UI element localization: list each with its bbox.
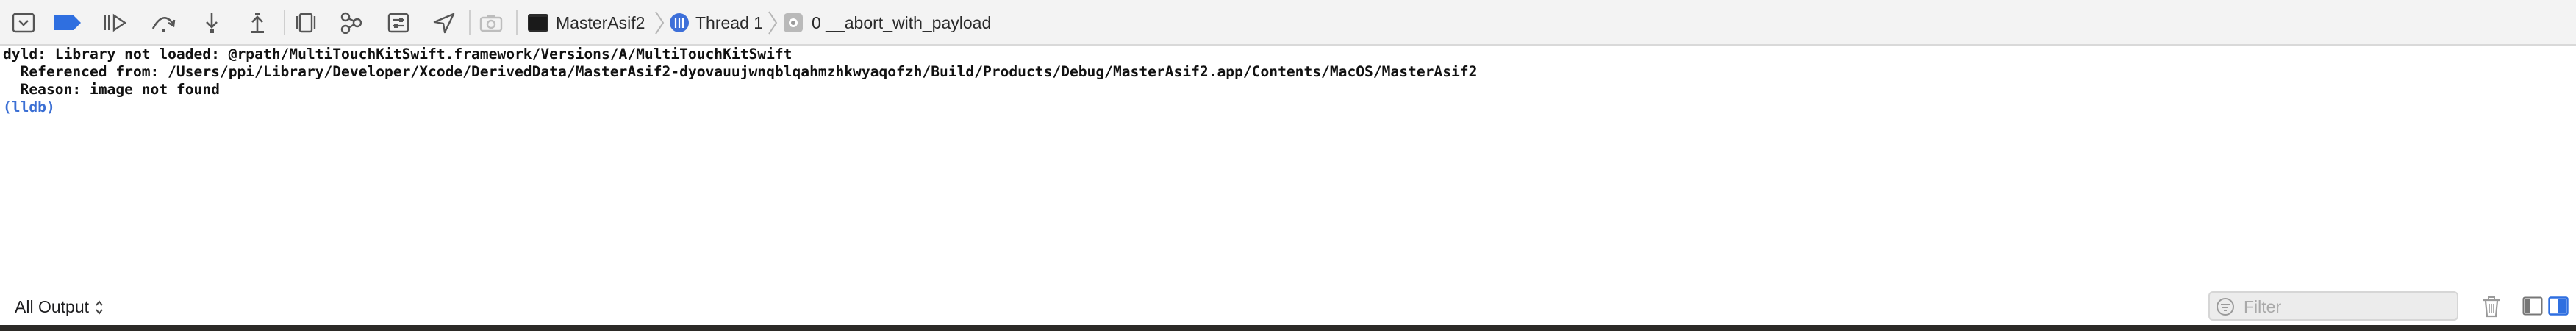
step-out-button[interactable]	[241, 7, 273, 38]
continue-button[interactable]	[99, 7, 131, 38]
show-variables-view-button[interactable]	[2522, 294, 2544, 318]
environment-overrides-button[interactable]	[382, 7, 415, 38]
breakpoints-toggle-button[interactable]	[51, 7, 84, 38]
show-console-view-button[interactable]	[2547, 294, 2570, 318]
clear-console-button[interactable]	[2479, 294, 2504, 319]
console-line: dyld: Library not loaded: @rpath/MultiTo…	[3, 46, 793, 63]
output-scope-popup[interactable]: All Output	[15, 297, 104, 317]
step-into-button[interactable]	[196, 7, 228, 38]
debug-toolbar: MasterAsif2 Thread 1 0 __abort_with_payl…	[0, 0, 2576, 46]
left-panel-icon	[2522, 296, 2543, 316]
up-down-chevron-icon	[96, 299, 103, 315]
step-over-icon	[151, 17, 176, 32]
debug-memory-graph-icon	[340, 12, 362, 34]
debug-view-hierarchy-button[interactable]	[290, 7, 322, 38]
output-scope-label: All Output	[15, 297, 89, 316]
trash-icon	[2483, 296, 2500, 318]
breakpoints-toggle-icon	[54, 15, 81, 30]
right-panel-icon	[2548, 296, 2569, 316]
capture-gpu-frame-button[interactable]	[475, 7, 507, 38]
toolbar-separator	[516, 10, 518, 35]
step-into-icon	[206, 13, 218, 33]
environment-overrides-icon	[387, 13, 409, 33]
chevron-right-icon	[768, 11, 778, 35]
simulate-location-button[interactable]	[428, 7, 460, 38]
simulate-location-icon	[433, 13, 455, 34]
lldb-prompt[interactable]: (lldb)	[3, 99, 55, 116]
step-over-button[interactable]	[147, 7, 179, 38]
step-out-icon	[251, 13, 264, 33]
continue-icon	[104, 13, 127, 32]
app-target-icon	[528, 14, 548, 32]
console-bottom-bar: All Output	[0, 288, 2576, 325]
filter-input[interactable]	[2242, 296, 2451, 318]
debug-memory-graph-button[interactable]	[335, 7, 368, 38]
hide-debug-area-button[interactable]	[7, 7, 40, 38]
stack-frame-icon	[784, 13, 803, 32]
chevron-right-icon	[655, 11, 665, 35]
capture-gpu-frame-icon	[479, 15, 503, 32]
breadcrumb-thread[interactable]: Thread 1	[695, 12, 763, 34]
toolbar-separator	[469, 10, 471, 35]
filter-field[interactable]	[2208, 291, 2458, 321]
breadcrumb-frame[interactable]: 0 __abort_with_payload	[812, 12, 991, 34]
window-edge	[0, 325, 2576, 331]
breadcrumb-target[interactable]: MasterAsif2	[556, 12, 645, 34]
console-output[interactable]: dyld: Library not loaded: @rpath/MultiTo…	[0, 46, 2576, 288]
debug-view-hierarchy-icon	[296, 13, 316, 33]
console-line: Reason: image not found	[3, 81, 220, 98]
filter-icon	[2217, 298, 2234, 316]
hide-debug-area-icon	[12, 13, 35, 33]
console-line: Referenced from: /Users/ppi/Library/Deve…	[3, 63, 1478, 80]
toolbar-separator	[284, 10, 285, 35]
thread-icon	[670, 13, 689, 32]
